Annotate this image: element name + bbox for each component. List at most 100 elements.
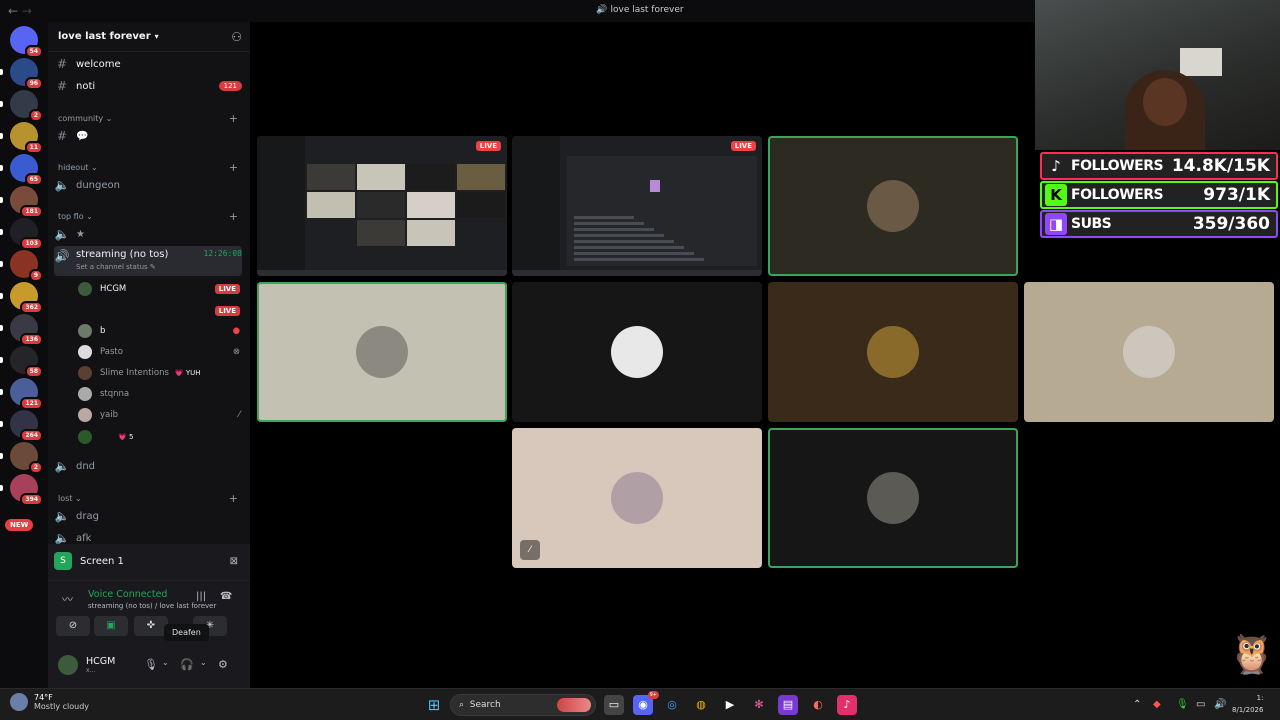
guild-header[interactable]: love last forever ▾ ⚇ (48, 22, 250, 52)
activities-button[interactable]: ✜ (134, 616, 168, 636)
voice-channel-path[interactable]: streaming (no tos) / love last forever (88, 602, 216, 610)
user-tile-6[interactable] (768, 282, 1018, 422)
headphones-icon[interactable]: 🎧 (180, 658, 194, 671)
streamer-webcam (1035, 0, 1280, 150)
mic-tray-icon[interactable]: 🎙 (1176, 699, 1189, 710)
channel-status[interactable]: Set a channel status ✎ (76, 263, 168, 271)
server-icon-9[interactable]: 362 (0, 282, 43, 314)
hash-icon: # (56, 129, 68, 143)
chevron-up-icon[interactable]: ⌃ (1133, 699, 1141, 710)
chevron-down-icon[interactable]: ⌄ (200, 658, 207, 667)
voice-user[interactable]: b ● (78, 322, 240, 340)
server-icon-2[interactable]: 96 (0, 58, 43, 90)
user-tile-9[interactable] (768, 428, 1018, 568)
stream-2[interactable]: LIVE (512, 136, 762, 276)
edge-icon[interactable]: ◎ (662, 695, 682, 715)
category-lost[interactable]: lost ⌄ + (58, 492, 238, 505)
server-icon-3[interactable]: 2 (0, 90, 43, 122)
app-icon[interactable]: ▤ (778, 695, 798, 715)
new-badge[interactable]: NEW (5, 519, 34, 531)
category-hideout[interactable]: hideout ⌄ + (58, 161, 238, 174)
screen-share-button[interactable]: ▣ (94, 616, 128, 636)
channel-drag[interactable]: 🔈 drag (54, 506, 242, 526)
stream-1[interactable]: LIVE (257, 136, 507, 276)
voice-status[interactable]: Voice Connected (88, 589, 167, 600)
clock[interactable]: 1: 8/1/2026 (1232, 692, 1263, 716)
server-icon-15[interactable]: 394 (0, 474, 43, 506)
chrome-icon[interactable]: ◍ (691, 695, 711, 715)
unread-pill (0, 101, 3, 107)
avatar (867, 326, 919, 378)
weather-widget[interactable]: 74°F Mostly cloudy (10, 693, 89, 711)
search-highlight-icon (557, 698, 591, 712)
category-topflo[interactable]: top flo ⌄ + (58, 210, 238, 223)
category-label: community (58, 114, 104, 123)
avatar[interactable] (58, 655, 78, 675)
category-community[interactable]: community ⌄ + (58, 112, 238, 125)
wall-sign (1180, 48, 1222, 76)
user-info[interactable]: HCGM x... (86, 656, 115, 674)
server-icon-4[interactable]: 11 (0, 122, 43, 154)
voice-user[interactable]: yaib ⁄ (78, 406, 240, 424)
channel-welcome[interactable]: # welcome (54, 54, 242, 74)
server-icon-14[interactable]: 2 (0, 442, 43, 474)
voice-user[interactable]: LIVE (78, 302, 240, 320)
server-icon-13[interactable]: 264 (0, 410, 43, 442)
user-tile-3[interactable] (768, 136, 1018, 276)
discord-taskbar-icon[interactable]: ◉ 9+ (633, 691, 659, 715)
invite-icon[interactable]: ⚇ (231, 30, 242, 44)
server-icon-6[interactable]: 181 (0, 186, 43, 218)
voice-user[interactable]: Slime Intentions 💗 YUH (78, 364, 240, 382)
windows-start-icon[interactable]: ⊞ (424, 695, 444, 715)
camera-button[interactable]: ⊘ (56, 616, 90, 636)
server-icon-7[interactable]: 103 (0, 218, 43, 250)
avatar (78, 324, 92, 338)
server-icon-1[interactable]: 54 (10, 26, 43, 58)
channel-noti[interactable]: # noti 121 (54, 76, 242, 96)
plus-icon[interactable]: + (229, 210, 238, 223)
user-tile-7[interactable] (1024, 282, 1274, 422)
tiktok-followers-goal: ♪ FOLLOWERS 14.8K/15K (1040, 152, 1278, 180)
user-tile-8[interactable]: ⁄ (512, 428, 762, 568)
channel-star[interactable]: 🔈 ★ (54, 224, 242, 244)
plus-icon[interactable]: + (229, 112, 238, 125)
task-view-icon[interactable]: ▭ (604, 695, 624, 715)
tiktok-taskbar-icon[interactable]: ♪ (837, 695, 857, 715)
chevron-down-icon[interactable]: ⌄ (162, 658, 169, 667)
server-icon-12[interactable]: 121 (0, 378, 43, 410)
user-tile-5[interactable] (512, 282, 762, 422)
channel-community-chat[interactable]: # 💬 (54, 126, 242, 146)
media-player-icon[interactable]: ▶ (720, 695, 740, 715)
channel-dungeon[interactable]: 🔈 dungeon (54, 175, 242, 195)
noise-suppression-icon[interactable]: ||| (196, 591, 206, 602)
disconnect-icon[interactable]: ☎ (220, 591, 232, 602)
voice-user-name: Pasto (100, 347, 123, 357)
stop-stream-icon[interactable]: ⊠ (230, 556, 238, 567)
voice-user[interactable]: HCGM LIVE (78, 280, 240, 298)
voice-user[interactable]: stqnna (78, 385, 240, 403)
signal-icon[interactable]: 〰 (62, 591, 73, 607)
volume-icon[interactable]: 🔊 (1214, 699, 1226, 710)
plus-icon[interactable]: + (229, 492, 238, 505)
taskbar-search[interactable]: ⌕ Search (450, 694, 596, 716)
user-tile-4[interactable] (257, 282, 507, 422)
unread-pill (0, 229, 3, 235)
obs-icon[interactable]: ◐ (808, 695, 828, 715)
server-icon-10[interactable]: 136 (0, 314, 43, 346)
tray-app-icon[interactable]: ◆ (1153, 699, 1161, 710)
channel-streaming[interactable]: 🔊 streaming (no tos) Set a channel statu… (54, 246, 242, 276)
server-icon-5[interactable]: 65 (0, 154, 43, 186)
voice-user[interactable]: 💗 5 (78, 428, 240, 446)
plus-icon[interactable]: + (229, 161, 238, 174)
voice-user-name: HCGM (100, 284, 127, 294)
slack-icon[interactable]: ✻ (749, 695, 769, 715)
server-icon-8[interactable]: 9 (0, 250, 43, 282)
voice-user[interactable]: Pasto ⊗ (78, 343, 240, 361)
server-icon-11[interactable]: 58 (0, 346, 43, 378)
avatar (78, 282, 92, 296)
display-icon[interactable]: ▭ (1196, 699, 1205, 710)
microphone-icon[interactable]: 🎙 (144, 658, 158, 671)
kick-icon: K (1045, 184, 1067, 206)
gear-icon[interactable]: ⚙ (218, 658, 228, 671)
channel-dnd[interactable]: 🔈 dnd (54, 456, 242, 476)
